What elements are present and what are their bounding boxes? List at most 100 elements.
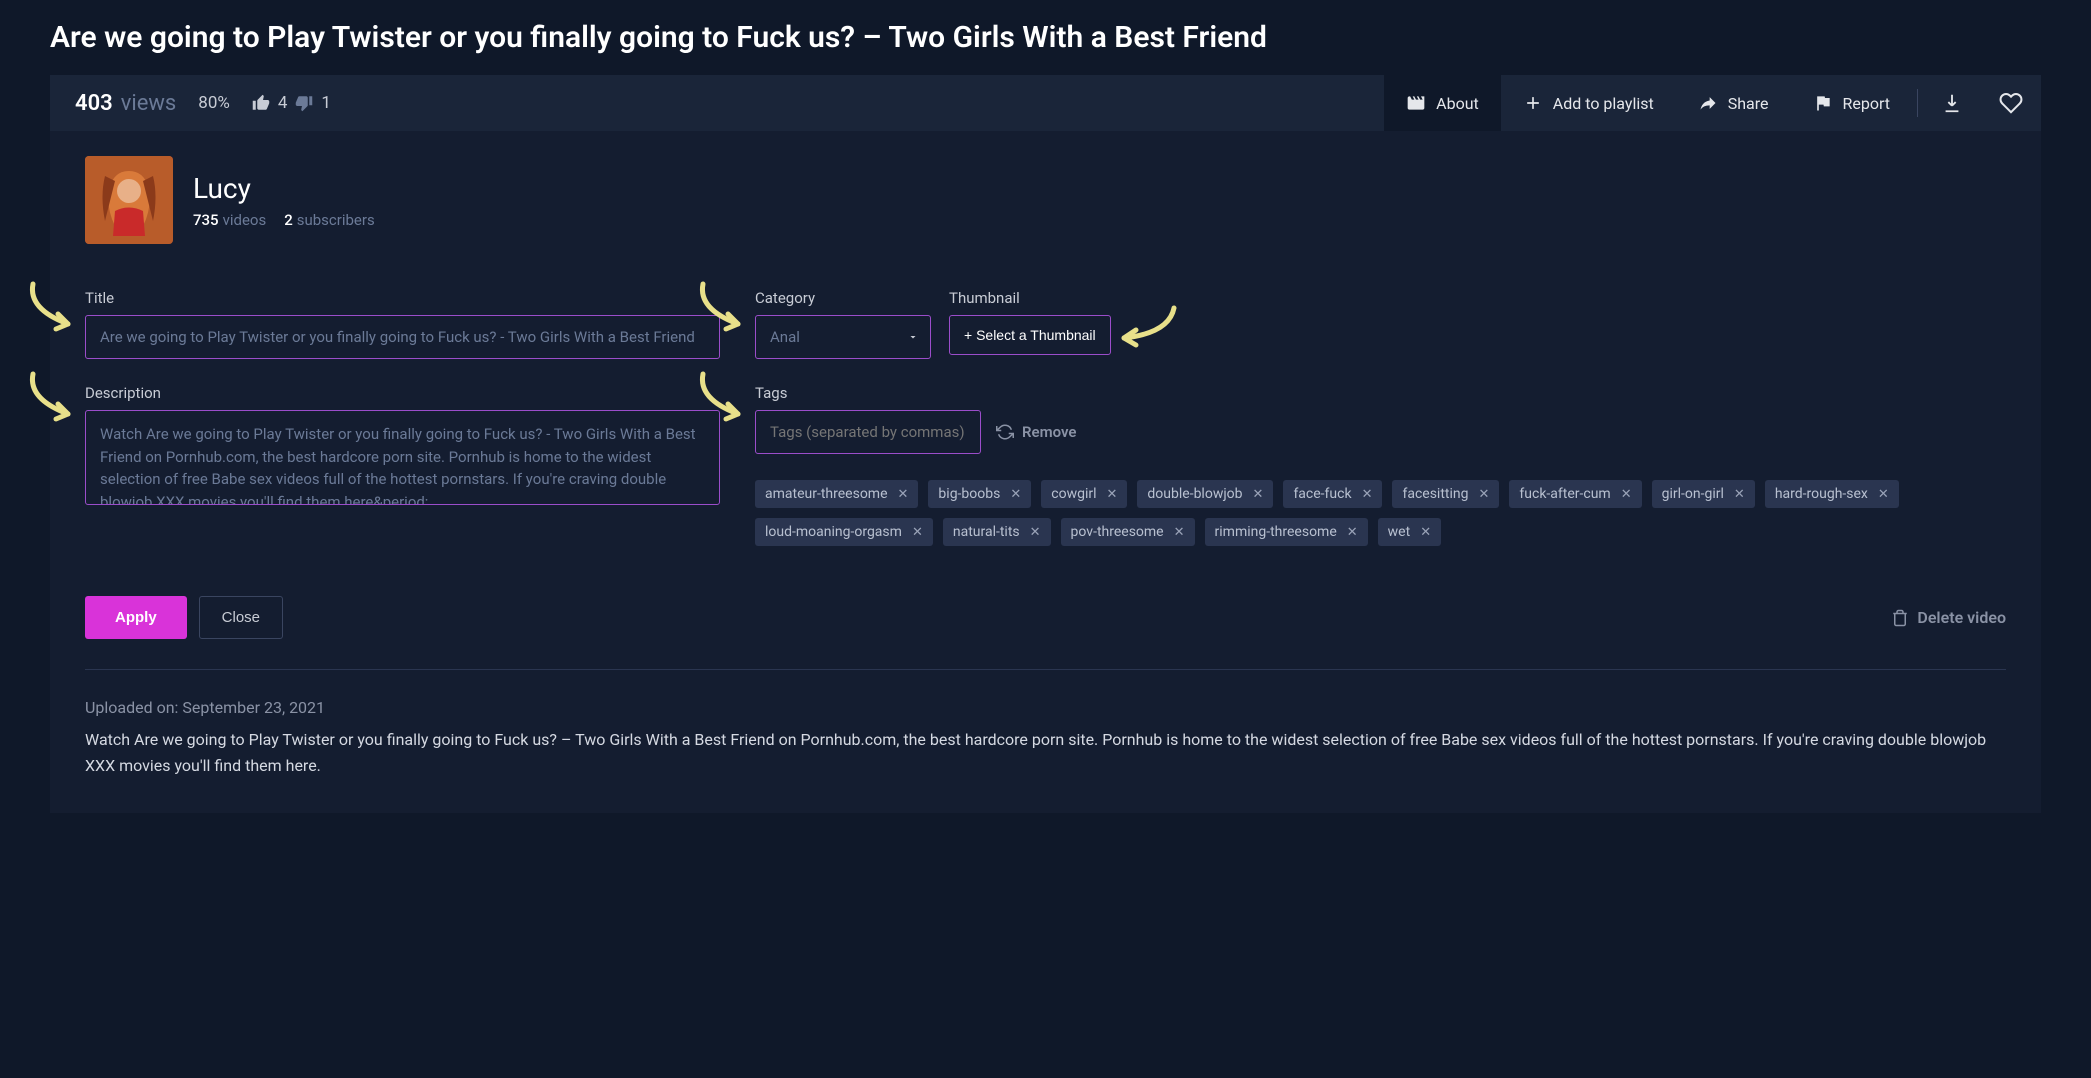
- views: 403 views: [75, 91, 176, 116]
- stats-left: 403 views 80% 4 1: [50, 91, 331, 116]
- tag-chip: fuck-after-cum ✕: [1509, 480, 1641, 508]
- tab-report-label: Report: [1843, 94, 1891, 113]
- stats-bar: 403 views 80% 4 1 About Add to playli: [50, 75, 2041, 131]
- tag-chip-label: girl-on-girl: [1662, 486, 1724, 502]
- actions-row: Apply Close Delete video: [85, 596, 2006, 639]
- author-name[interactable]: Lucy: [193, 172, 375, 205]
- close-icon[interactable]: ✕: [1107, 487, 1118, 502]
- author-info: Lucy 735videos 2subscribers: [193, 172, 375, 229]
- author-videos: 735videos: [193, 211, 266, 229]
- tab-share[interactable]: Share: [1676, 75, 1791, 131]
- author-row: Lucy 735videos 2subscribers: [85, 156, 2006, 244]
- category-select[interactable]: Anal: [755, 315, 931, 359]
- thumbs-down-icon[interactable]: [295, 94, 313, 112]
- tag-chip: amateur-threesome ✕: [755, 480, 918, 508]
- close-icon[interactable]: ✕: [1347, 525, 1358, 540]
- tab-add-playlist[interactable]: Add to playlist: [1501, 75, 1676, 131]
- tag-chip-label: double-blowjob: [1147, 486, 1242, 502]
- thumbs-up-icon[interactable]: [252, 94, 270, 112]
- description-field: Description: [85, 384, 720, 505]
- tag-chip-label: natural-tits: [953, 524, 1020, 540]
- description-label: Description: [85, 384, 720, 402]
- select-thumbnail-button[interactable]: + Select a Thumbnail: [949, 315, 1111, 355]
- form-grid: Title Description Category Anal: [85, 289, 2006, 546]
- close-button[interactable]: Close: [199, 596, 283, 639]
- tag-chip-label: facesitting: [1402, 486, 1468, 502]
- close-icon[interactable]: ✕: [1010, 487, 1021, 502]
- close-icon[interactable]: ✕: [1030, 525, 1041, 540]
- category-field: Category Anal: [755, 289, 931, 359]
- tab-report[interactable]: Report: [1791, 75, 1913, 131]
- tag-chip-label: rimming-threesome: [1215, 524, 1337, 540]
- tag-chip: rimming-threesome ✕: [1205, 518, 1368, 546]
- tag-chips: amateur-threesome✕big-boobs✕cowgirl✕doub…: [755, 480, 2006, 546]
- tag-chip: face-fuck✕: [1283, 480, 1382, 508]
- close-icon[interactable]: ✕: [1479, 487, 1490, 502]
- tag-chip: facesitting ✕: [1392, 480, 1499, 508]
- close-icon[interactable]: ✕: [1621, 487, 1632, 502]
- remove-tags-button[interactable]: Remove: [996, 423, 1077, 441]
- close-icon[interactable]: ✕: [1174, 525, 1185, 540]
- download-button[interactable]: [1923, 75, 1981, 131]
- tab-about[interactable]: About: [1384, 75, 1501, 131]
- tags-field: Tags Remove amateur-threesome ✕ big-boobs ✕…: [755, 384, 2006, 546]
- close-icon[interactable]: ✕: [1253, 487, 1264, 502]
- views-count: 403: [75, 91, 113, 116]
- tab-add-playlist-label: Add to playlist: [1553, 94, 1654, 113]
- author-subs: 2subscribers: [284, 211, 375, 229]
- close-icon[interactable]: ✕: [1734, 487, 1745, 502]
- divider: [1917, 89, 1918, 117]
- tag-chip: cowgirl ✕: [1041, 480, 1127, 508]
- like-dislike-group: 4 1: [252, 93, 331, 113]
- tag-chip: double-blowjob ✕: [1137, 480, 1273, 508]
- download-icon: [1941, 92, 1963, 114]
- stats-right: About Add to playlist Share Report: [1384, 75, 2041, 131]
- tag-chip-label: big-boobs: [938, 486, 1000, 502]
- author-meta: 735videos 2subscribers: [193, 211, 375, 229]
- annotation-arrow-icon: [23, 279, 83, 335]
- close-icon[interactable]: ✕: [1362, 487, 1373, 502]
- tag-chip: girl-on-girl ✕: [1652, 480, 1755, 508]
- dislikes-count: 1: [321, 93, 331, 113]
- title-label: Title: [85, 289, 720, 307]
- annotation-arrow-icon: [23, 369, 83, 425]
- tags-input[interactable]: [755, 410, 981, 454]
- thumbnail-label: Thumbnail: [949, 289, 1111, 307]
- form-right: Category Anal Thumbnail + Select a Thumb…: [755, 289, 2006, 546]
- views-label: views: [121, 91, 177, 116]
- clapperboard-icon: [1406, 93, 1426, 113]
- favorite-button[interactable]: [1981, 75, 2041, 131]
- thumbnail-field: Thumbnail + Select a Thumbnail: [949, 289, 1111, 355]
- tag-chip-label: cowgirl: [1051, 486, 1096, 502]
- actions-left: Apply Close: [85, 596, 283, 639]
- flag-icon: [1813, 93, 1833, 113]
- close-icon[interactable]: ✕: [912, 525, 923, 540]
- delete-video-button[interactable]: Delete video: [1891, 608, 2006, 627]
- title-field: Title: [85, 289, 720, 359]
- tag-chip-label: loud-moaning-orgasm: [765, 524, 902, 540]
- close-icon[interactable]: ✕: [898, 487, 909, 502]
- tags-label: Tags: [755, 384, 2006, 402]
- avatar[interactable]: [85, 156, 173, 244]
- title-input[interactable]: [85, 315, 720, 359]
- plus-icon: [1523, 93, 1543, 113]
- like-percent: 80%: [198, 93, 230, 113]
- close-icon[interactable]: ✕: [1420, 525, 1431, 540]
- tag-chip: hard-rough-sex ✕: [1765, 480, 1899, 508]
- description-input[interactable]: [85, 410, 720, 505]
- divider: [85, 669, 2006, 670]
- tag-chip: loud-moaning-orgasm ✕: [755, 518, 933, 546]
- heart-icon: [1999, 91, 2023, 115]
- tag-chip: pov-threesome✕: [1061, 518, 1195, 546]
- close-icon[interactable]: ✕: [1878, 487, 1889, 502]
- tag-chip: natural-tits ✕: [943, 518, 1051, 546]
- tag-chip-label: wet: [1388, 524, 1411, 540]
- tag-chip-label: amateur-threesome: [765, 486, 888, 502]
- apply-button[interactable]: Apply: [85, 596, 187, 639]
- delete-label: Delete video: [1917, 608, 2006, 627]
- likes-count: 4: [278, 93, 288, 113]
- tag-chip: wet ✕: [1378, 518, 1441, 546]
- tag-chip-label: fuck-after-cum: [1519, 486, 1610, 502]
- share-icon: [1698, 93, 1718, 113]
- tag-chip-label: hard-rough-sex: [1775, 486, 1868, 502]
